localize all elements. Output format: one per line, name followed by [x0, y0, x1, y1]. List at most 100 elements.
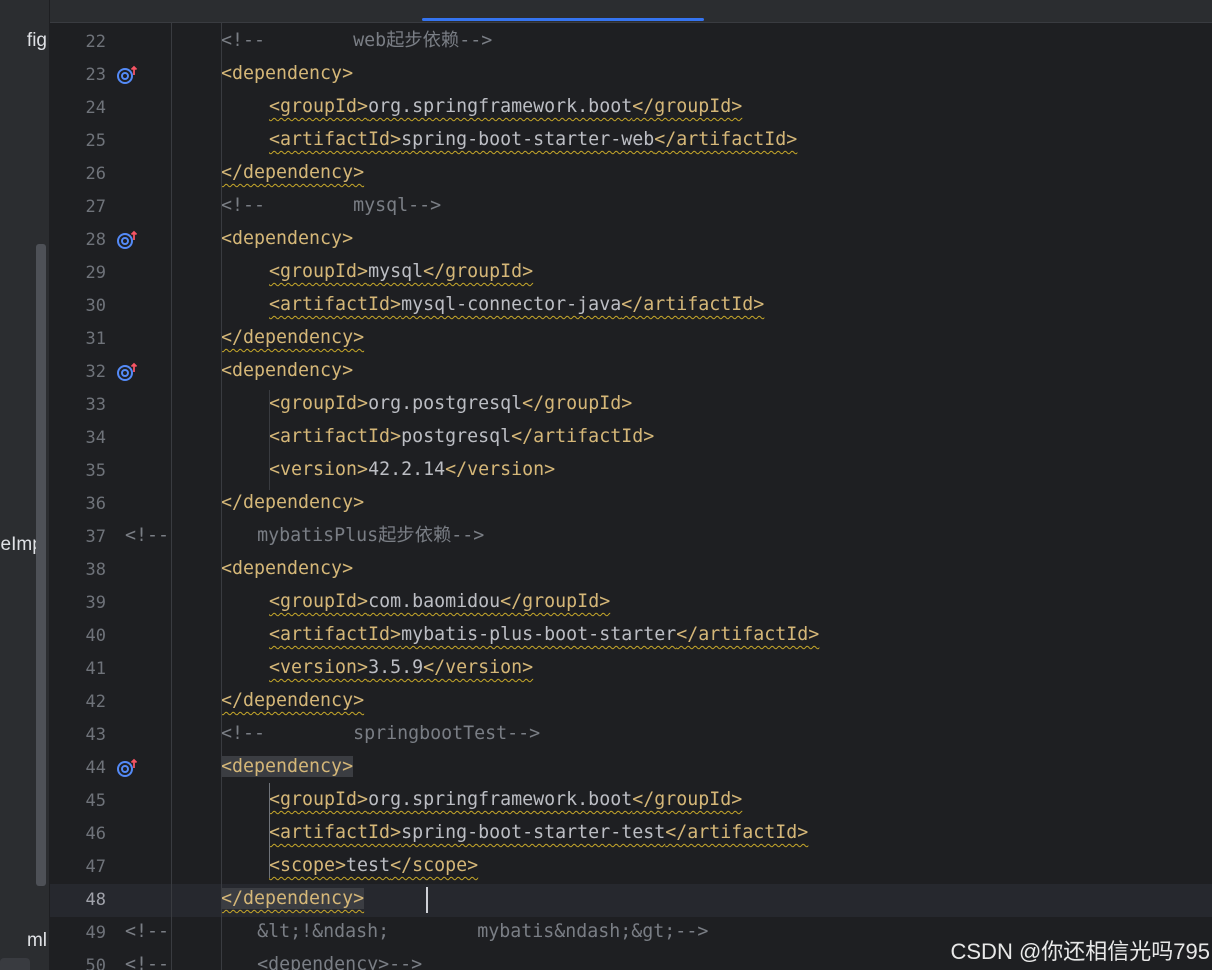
xml-text: org.postgresql	[368, 393, 523, 414]
xml-text: postgresql	[401, 426, 512, 447]
xml-tag: </groupId>	[500, 591, 611, 612]
xml-tag: <artifactId>	[269, 426, 402, 447]
project-panel-bottom-chip	[0, 958, 30, 970]
code-line[interactable]: 38 <dependency>	[50, 554, 1212, 587]
indent-guide	[171, 23, 172, 970]
line-number: 28	[85, 230, 106, 250]
code-line[interactable]: 32 <dependency>	[50, 356, 1212, 389]
xml-tag: </scope>	[390, 855, 479, 876]
code-content: <!-- mysql-->	[221, 194, 441, 218]
xml-text: mysql-connector-java	[401, 294, 622, 315]
code-line[interactable]: 27 <!-- mysql-->	[50, 191, 1212, 224]
xml-comment: <!-- &lt;!&ndash; mybatis&ndash;&gt;-->	[125, 921, 709, 942]
xml-tag: <version>	[269, 459, 369, 480]
line-number: 34	[85, 428, 106, 448]
xml-tag: </groupId>	[632, 789, 743, 810]
code-line[interactable]: 41 <version>3.5.9</version>	[50, 653, 1212, 686]
xml-tag: <groupId>	[269, 96, 369, 117]
editor-tab-3[interactable]	[720, 0, 960, 16]
code-content: <artifactId>postgresql</artifactId>	[269, 425, 654, 449]
xml-tag: </artifactId>	[676, 624, 820, 645]
code-content: <groupId>org.springframework.boot</group…	[269, 788, 742, 812]
xml-tag: <dependency>	[221, 756, 354, 777]
xml-text: mysql	[368, 261, 424, 282]
line-number: 37	[85, 527, 106, 547]
code-content: </dependency>	[221, 689, 364, 713]
code-line[interactable]: 22 <!-- web起步依赖-->	[50, 26, 1212, 59]
dependency-gutter-icon[interactable]	[116, 758, 138, 778]
xml-tag: </version>	[445, 459, 556, 480]
xml-comment: <!-- mybatisPlus起步依赖-->	[125, 525, 485, 546]
xml-text: com.baomidou	[368, 591, 501, 612]
xml-text: spring-boot-starter-test	[401, 822, 666, 843]
code-editor[interactable]: 22 <!-- web起步依赖--> 23 <dependency> 24 <groupI…	[50, 23, 1212, 970]
dependency-gutter-icon[interactable]	[116, 65, 138, 85]
code-line[interactable]: 35 <version>42.2.14</version>	[50, 455, 1212, 488]
text-caret	[426, 887, 428, 913]
code-content: <!-- mybatisPlus起步依赖-->	[125, 524, 484, 548]
code-line[interactable]: 30 <artifactId>mysql-connector-java</arti…	[50, 290, 1212, 323]
line-number: 31	[85, 329, 106, 349]
code-line[interactable]: 31 </dependency>	[50, 323, 1212, 356]
code-line[interactable]: 28 <dependency>	[50, 224, 1212, 257]
dependency-gutter-icon[interactable]	[116, 230, 138, 250]
xml-tag: </artifactId>	[665, 822, 809, 843]
line-number: 22	[85, 32, 106, 52]
code-content: <artifactId>spring-boot-starter-test</ar…	[269, 821, 808, 845]
code-line[interactable]: 42 </dependency>	[50, 686, 1212, 719]
code-content: <artifactId>spring-boot-starter-web</art…	[269, 128, 797, 152]
code-line[interactable]: 33 <groupId>org.postgresql</groupId>	[50, 389, 1212, 422]
code-line[interactable]: 46 <artifactId>spring-boot-starter-test</…	[50, 818, 1212, 851]
project-item-pom-xml[interactable]: ml	[27, 930, 47, 952]
editor-tab-active[interactable]	[422, 0, 704, 16]
code-content: <groupId>mysql</groupId>	[269, 260, 533, 284]
code-content: </dependency>	[221, 887, 365, 911]
code-line[interactable]: 47 <scope>test</scope>	[50, 851, 1212, 884]
code-line[interactable]: 29 <groupId>mysql</groupId>	[50, 257, 1212, 290]
line-number: 36	[85, 494, 106, 514]
code-line[interactable]: 36 </dependency>	[50, 488, 1212, 521]
code-line[interactable]: 48 </dependency>	[50, 884, 1212, 917]
project-panel-scrollbar[interactable]	[36, 244, 46, 886]
xml-tag: <groupId>	[269, 591, 369, 612]
xml-tag: </dependency>	[221, 888, 365, 909]
xml-tag: <version>	[269, 657, 369, 678]
project-panel: fig eImpl ml	[0, 0, 50, 970]
xml-text: 42.2.14	[368, 459, 446, 480]
code-line[interactable]: 40 <artifactId>mybatis-plus-boot-starter<…	[50, 620, 1212, 653]
xml-tag: </artifactId>	[511, 426, 655, 447]
code-line[interactable]: 45 <groupId>org.springframework.boot</gro…	[50, 785, 1212, 818]
line-number: 35	[85, 461, 106, 481]
code-line[interactable]: 44 <dependency>	[50, 752, 1212, 785]
line-number: 25	[85, 131, 106, 151]
code-line[interactable]: 25 <artifactId>spring-boot-starter-web</a…	[50, 125, 1212, 158]
xml-text: spring-boot-starter-web	[401, 129, 655, 150]
editor-tab-bar	[50, 0, 1212, 23]
line-number: 46	[85, 824, 106, 844]
xml-tag: <scope>	[269, 855, 347, 876]
line-number: 27	[85, 197, 106, 217]
project-item-config[interactable]: fig	[27, 30, 47, 52]
line-number: 39	[85, 593, 106, 613]
code-line[interactable]: 23 <dependency>	[50, 59, 1212, 92]
xml-tag: <artifactId>	[269, 624, 402, 645]
dependency-gutter-icon[interactable]	[116, 362, 138, 382]
code-line[interactable]: 43 <!-- springbootTest-->	[50, 719, 1212, 752]
code-content: <dependency>	[221, 755, 354, 779]
indent-guide	[221, 23, 222, 970]
editor-tab-1[interactable]	[70, 0, 400, 16]
xml-tag: </version>	[423, 657, 534, 678]
xml-text: org.springframework.boot	[368, 789, 633, 810]
xml-tag: </dependency>	[221, 492, 365, 513]
code-content: <groupId>com.baomidou</groupId>	[269, 590, 610, 614]
line-number: 29	[85, 263, 106, 283]
code-content: <!-- web起步依赖-->	[221, 29, 492, 53]
code-line[interactable]: 34 <artifactId>postgresql</artifactId>	[50, 422, 1212, 455]
code-line[interactable]: 26 </dependency>	[50, 158, 1212, 191]
active-tab-underline	[422, 18, 704, 21]
code-line[interactable]: 39 <groupId>com.baomidou</groupId>	[50, 587, 1212, 620]
code-line[interactable]: 24 <groupId>org.springframework.boot</gro…	[50, 92, 1212, 125]
xml-tag: <artifactId>	[269, 822, 402, 843]
code-line[interactable]: 37 <!-- mybatisPlus起步依赖-->	[50, 521, 1212, 554]
code-content: <version>3.5.9</version>	[269, 656, 533, 680]
